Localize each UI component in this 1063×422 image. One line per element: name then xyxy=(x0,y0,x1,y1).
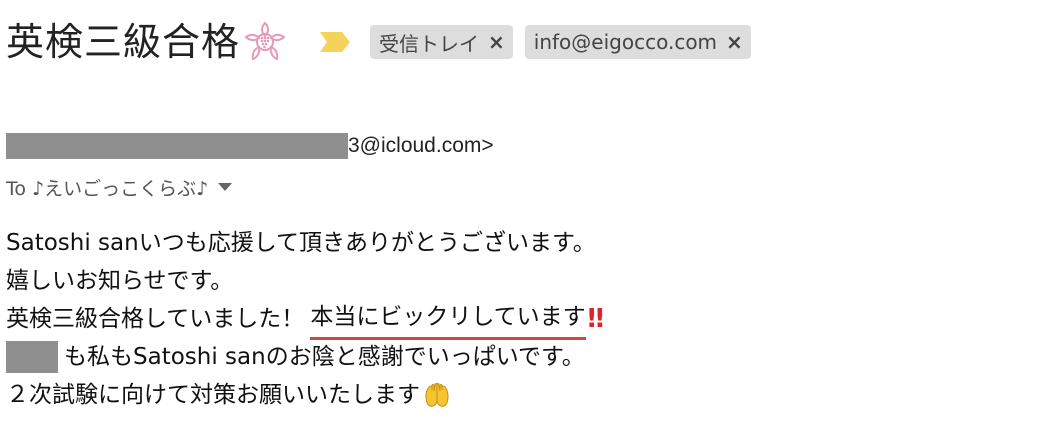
sakura-stamp-icon xyxy=(242,19,288,65)
body-line-3: 英検三級合格していました！ 本当にビックリしています ‼︎ xyxy=(6,298,1056,340)
double-exclamation-icon: ‼︎ xyxy=(587,304,605,334)
remove-label-close-icon[interactable]: × xyxy=(488,32,505,52)
body-line-3-text: 英検三級合格していました！ xyxy=(6,306,305,332)
recipient-text: To ♪えいごっこくらぶ♪ xyxy=(6,177,209,200)
name-redaction xyxy=(6,341,58,373)
sender-redaction xyxy=(6,133,348,159)
body-line-5: ２次試験に向けて対策お願いいたします xyxy=(6,376,1056,414)
recipient-details-caret-icon[interactable] xyxy=(218,183,233,191)
body-line-2: 嬉しいお知らせです。 xyxy=(6,268,234,294)
label-chip-info[interactable]: info@eigocco.com × xyxy=(524,25,751,59)
raised-hands-icon xyxy=(422,380,452,410)
label-text: 受信トレイ xyxy=(379,31,480,56)
body-line-1: Satoshi sanいつも応援して頂きありがとうございます。 xyxy=(6,230,596,256)
body-line-4-text: も私もSatoshi sanのお陰と感謝でいっぱいです。 xyxy=(64,344,585,370)
underlined-phrase: 本当にビックリしています xyxy=(310,298,586,340)
recipient-row: To ♪えいごっこくらぶ♪ xyxy=(6,172,233,202)
message-body: Satoshi sanいつも応援して頂きありがとうございます。 嬉しいお知らせで… xyxy=(6,224,1056,414)
sender-address: 3@icloud.com> xyxy=(348,134,494,157)
remove-label-close-icon[interactable]: × xyxy=(726,32,743,52)
label-chip-inbox[interactable]: 受信トレイ × xyxy=(370,25,513,59)
body-line-4: も私もSatoshi sanのお陰と感謝でいっぱいです。 xyxy=(6,338,1056,376)
importance-marker-icon[interactable] xyxy=(318,30,352,54)
body-line-5-text: ２次試験に向けて対策お願いいたします xyxy=(6,382,420,408)
subject-row: 英検三級合格 受信トレイ × info@eigocco.com × xyxy=(6,12,763,72)
sender-row: 3@icloud.com> xyxy=(6,131,494,161)
label-text: info@eigocco.com xyxy=(533,30,718,54)
subject-title: 英検三級合格 xyxy=(6,20,241,64)
